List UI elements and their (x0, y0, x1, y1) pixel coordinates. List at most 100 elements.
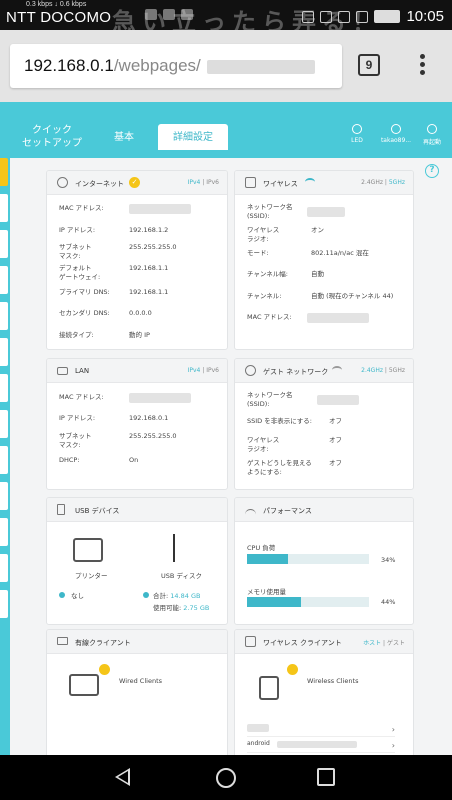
status-dot-icon (59, 592, 65, 598)
usb-total: 合計: 14.84 GB (143, 592, 200, 601)
band-toggle: 2.4GHz | 5GHz (361, 367, 405, 374)
wireless-card: ワイヤレス 2.4GHz | 5GHz ネットワーク名 (SSID): ワイヤレ… (234, 170, 414, 350)
ipv4-toggle[interactable]: IPv4 (188, 367, 201, 374)
reboot-label: 再起動 (422, 139, 441, 146)
status-dot-icon (143, 592, 149, 598)
field-value: 192.168.1.2 (129, 226, 169, 234)
field-label: プライマリ DNS: (59, 288, 110, 296)
side-menu-item[interactable] (0, 230, 8, 258)
host-toggle[interactable]: ホスト (363, 640, 381, 647)
overflow-menu-icon[interactable] (414, 52, 430, 80)
field-value: オフ (329, 417, 342, 425)
field-label: チャンネル: (247, 292, 282, 300)
battery-icon (374, 10, 401, 23)
tab-switcher-button[interactable]: 9 (358, 54, 380, 76)
client-list-item[interactable]: android › (247, 740, 395, 753)
redacted-value (129, 204, 191, 214)
wireless-client-icon[interactable] (259, 676, 279, 700)
led-icon (352, 124, 362, 134)
ipv4-toggle[interactable]: IPv4 (188, 179, 201, 186)
ipv6-toggle[interactable]: IPv6 (206, 179, 219, 186)
field-label: サブネット マスク: (59, 243, 92, 260)
field-value: 802.11a/n/ac 混在 (311, 249, 369, 257)
side-menu-item[interactable] (0, 482, 8, 510)
wireless-title: ワイヤレス (263, 180, 298, 188)
ipv6-toggle[interactable]: IPv6 (206, 367, 219, 374)
side-menu-item[interactable] (0, 554, 8, 582)
tab-advanced[interactable]: 詳細設定 (158, 124, 228, 150)
separator: | (202, 367, 205, 374)
internet-card-header: インターネット ✓ IPv4 | IPv6 (47, 171, 227, 195)
guest-users-icon (245, 365, 256, 376)
available-value: 2.75 GB (183, 604, 210, 612)
side-menu-item[interactable] (0, 446, 8, 474)
home-icon[interactable] (216, 768, 236, 788)
field-value: 192.168.0.1 (129, 414, 169, 422)
side-menu-item[interactable] (0, 410, 8, 438)
guest-toggle[interactable]: ゲスト (387, 640, 405, 647)
wireless-clients-title: ワイヤレス クライアント (263, 639, 342, 647)
band-5-toggle[interactable]: 5GHz (389, 179, 405, 186)
side-menu-item[interactable] (0, 374, 8, 402)
account-label: takao89... (380, 137, 412, 144)
memory-percent: 44% (381, 598, 396, 606)
count-badge (99, 664, 110, 675)
tab-quick-setup[interactable]: クイック セットアップ (22, 124, 82, 150)
globe-icon (57, 177, 68, 188)
memory-bar (247, 597, 369, 607)
side-menu-item[interactable] (0, 590, 8, 618)
side-menu-item[interactable] (0, 518, 8, 546)
wired-clients-label: Wired Clients (119, 677, 163, 685)
side-menu-item[interactable] (0, 266, 8, 294)
band-24-toggle[interactable]: 2.4GHz (361, 179, 383, 186)
side-menu-item[interactable] (0, 302, 8, 330)
band-24-toggle[interactable]: 2.4GHz (361, 367, 383, 374)
band-5-toggle[interactable]: 5GHz (389, 367, 405, 374)
guest-network-card: ゲスト ネットワーク 2.4GHz | 5GHz ネットワーク名 (SSID):… (234, 358, 414, 490)
wifi-icon (305, 178, 315, 186)
ip-version-toggle: IPv4 | IPv6 (188, 179, 219, 186)
tab-basic[interactable]: 基本 (104, 131, 144, 144)
signal-icon (356, 10, 369, 23)
led-label: LED (351, 137, 363, 144)
printer-icon[interactable] (73, 538, 103, 562)
field-value: On (129, 456, 139, 464)
carrier-name: NTT DOCOMO (6, 9, 112, 26)
top-navigation: クイック セットアップ 基本 詳細設定 LED takao89... 再起動 (0, 102, 452, 150)
side-menu-item[interactable] (0, 338, 8, 366)
help-icon[interactable]: ? (425, 164, 439, 178)
wired-title: 有線クライアント (75, 639, 131, 647)
back-icon[interactable] (115, 768, 130, 786)
separator: | (202, 179, 205, 186)
reboot-icon (427, 124, 437, 134)
field-label: ワイヤレス ラジオ: (247, 226, 280, 243)
usb-disk-icon[interactable] (173, 534, 187, 562)
reboot-button[interactable]: 再起動 (420, 124, 444, 146)
field-label: モード: (247, 249, 269, 257)
side-menu-item-selected[interactable] (0, 158, 8, 186)
memory-label: メモリ使用量 (247, 588, 286, 596)
status-bar: 0.3 kbps ↓ 0.6 kbps NTT DOCOMO 急い立ったら弄る！… (0, 0, 452, 36)
field-value: オフ (329, 436, 342, 444)
led-button[interactable]: LED (346, 124, 368, 144)
url-bar[interactable]: 192.168.0.1/webpages/ (10, 44, 342, 88)
field-label: SSID を非表示にする: (247, 417, 312, 425)
pulse-icon (245, 509, 256, 520)
redacted-value (307, 313, 369, 323)
system-icons: 10:05 (302, 8, 444, 25)
ip-version-toggle: IPv4 | IPv6 (188, 367, 219, 374)
connected-check-icon: ✓ (129, 177, 140, 188)
side-menu-item[interactable] (0, 194, 8, 222)
separator: | (383, 640, 386, 647)
total-value: 14.84 GB (170, 592, 201, 600)
recent-apps-icon[interactable] (317, 768, 335, 786)
wireless-clients-card-header: ワイヤレス クライアント ホスト | ゲスト (235, 630, 413, 654)
account-button[interactable]: takao89... (378, 124, 414, 144)
wired-client-icon[interactable] (69, 674, 99, 696)
field-value: 192.168.1.1 (129, 264, 169, 272)
cpu-label: CPU 負荷 (247, 544, 276, 552)
wireless-clients-label: Wireless Clients (307, 677, 359, 685)
field-label: IP アドレス: (59, 414, 96, 422)
client-list-item[interactable]: › (247, 724, 395, 737)
chevron-right-icon: › (391, 741, 395, 750)
